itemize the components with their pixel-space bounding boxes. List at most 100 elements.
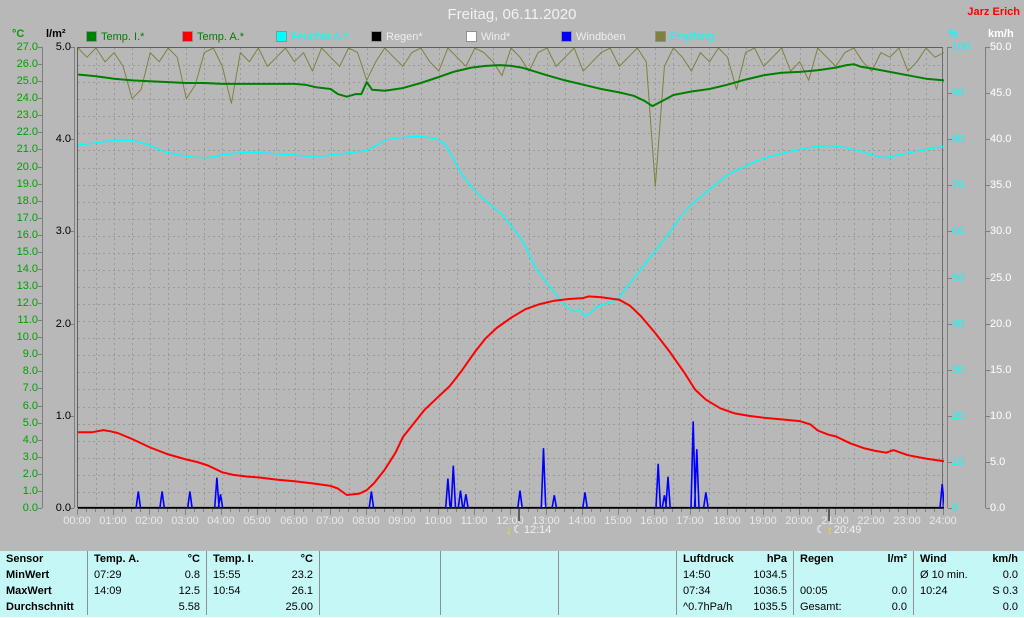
moonrise-time: 20:49 xyxy=(833,524,862,536)
legend-label: Wind* xyxy=(481,30,511,43)
axis-tick xyxy=(38,218,42,219)
x-axis-label: 17:00 xyxy=(676,515,704,527)
cell-text-left: Gesamt: xyxy=(800,601,842,613)
table-cell: 00:05 0.0 xyxy=(794,583,914,599)
legend-swatch-wind xyxy=(466,31,477,42)
axis-tick-label: 5.0 xyxy=(22,417,38,429)
axis-tick xyxy=(38,149,42,150)
cell-text-left: ^0.7hPa/h xyxy=(683,601,733,613)
table-cell: Gesamt: 0.0 xyxy=(794,599,914,615)
cell-text-right: km/h xyxy=(992,553,1018,565)
cell-text-left: 07:29 xyxy=(94,569,122,581)
axis-tick-label: 3.0 xyxy=(55,225,71,237)
axis-tick-label: 35.0 xyxy=(990,179,1012,191)
axis-tick-label: 7.0 xyxy=(22,382,38,394)
axis-tick xyxy=(38,64,42,65)
axis-tick xyxy=(38,423,42,424)
cell-text-right: 26.1 xyxy=(291,585,313,597)
x-axis-tick xyxy=(717,509,718,512)
table-cell xyxy=(441,599,559,615)
legend-item-temp-i[interactable]: Temp. I.* xyxy=(86,30,144,43)
x-axis-tick xyxy=(699,509,700,512)
x-axis-tick xyxy=(275,509,276,512)
legend-item-feuchte-a[interactable]: Feuchte A.* xyxy=(276,30,348,43)
x-axis-tick xyxy=(934,509,935,512)
x-axis-tick xyxy=(321,509,322,512)
axis-tick xyxy=(38,98,42,99)
x-axis-label: 05:00 xyxy=(243,515,271,527)
axis-tick-label: 8.0 xyxy=(22,365,38,377)
cell-text-left: Luftdruck xyxy=(683,553,734,565)
x-axis-tick xyxy=(447,509,448,512)
x-axis-tick xyxy=(465,509,466,512)
x-axis-label: 14:00 xyxy=(568,515,596,527)
axis-tick-label: 19.0 xyxy=(16,178,38,190)
table-row: MinWert 07:29 0.8 15:55 23.2 14:50 1034.5 Ø 10 … xyxy=(0,567,1024,583)
axis-tick xyxy=(38,132,42,133)
cell-text-left: Sensor xyxy=(6,553,44,565)
axis-tick-label: 13.0 xyxy=(16,280,38,292)
x-axis-tick xyxy=(429,509,430,512)
x-axis-tick xyxy=(194,509,195,512)
x-axis-label: 10:00 xyxy=(424,515,452,527)
x-axis-tick xyxy=(483,509,484,512)
x-axis-tick xyxy=(348,509,349,512)
legend-item-empfang[interactable]: Empfang xyxy=(655,30,714,43)
x-axis-tick xyxy=(898,509,899,512)
x-axis-tick xyxy=(384,509,385,512)
axis-tick-label: 10.0 xyxy=(16,331,38,343)
axis-tick-label: 40.0 xyxy=(990,133,1012,145)
cell-text-left: 07:34 xyxy=(683,585,711,597)
axis-tick-label: 17.0 xyxy=(16,212,38,224)
summary-table: Sensor Temp. A. °C Temp. I. °C Luftdruck hPa Re… xyxy=(0,551,1024,617)
x-axis-tick xyxy=(853,509,854,512)
legend-item-regen[interactable]: Regen* xyxy=(371,30,423,43)
axis-tick-label: 11.0 xyxy=(17,314,38,326)
axis-tick-label: 3.0 xyxy=(22,451,38,463)
x-axis-tick xyxy=(239,509,240,512)
axis-tick xyxy=(38,474,42,475)
x-axis-tick xyxy=(627,509,628,512)
cell-text-right: 1036.5 xyxy=(753,585,787,597)
x-axis-label: 02:00 xyxy=(135,515,163,527)
x-axis-tick xyxy=(745,509,746,512)
axis-tick-label: 100 xyxy=(952,41,971,53)
x-axis-tick xyxy=(808,509,809,512)
legend-item-temp-a[interactable]: Temp. A.* xyxy=(182,30,244,43)
axis-tick-label: 80 xyxy=(952,133,965,145)
axis-tick-label: 50.0 xyxy=(990,41,1012,53)
x-axis-tick xyxy=(266,509,267,512)
owner-name: Jarz Erich xyxy=(967,6,1020,18)
down-arrow-icon: ↓ xyxy=(506,523,512,537)
table-cell: MinWert xyxy=(0,567,88,583)
axis-tick-label: 0 xyxy=(952,502,959,514)
table-header-cell: Sensor xyxy=(0,551,88,567)
x-axis-label: 08:00 xyxy=(352,515,380,527)
table-header-cell: Wind km/h xyxy=(914,551,1024,567)
legend-label: Regen* xyxy=(386,30,423,43)
x-axis-tick xyxy=(303,509,304,512)
legend-item-windb-en[interactable]: Windböen xyxy=(561,30,626,43)
axis-tick-label: 21.0 xyxy=(16,143,38,155)
legend-item-wind[interactable]: Wind* xyxy=(466,30,510,43)
x-axis-tick xyxy=(122,509,123,512)
legend-swatch-temp-i xyxy=(86,31,97,42)
x-axis-tick xyxy=(158,509,159,512)
x-axis-label: 20:00 xyxy=(785,515,813,527)
axis-tick xyxy=(38,81,42,82)
cell-text-left: 10:24 xyxy=(920,585,948,597)
legend-label: Temp. I.* xyxy=(101,30,145,43)
x-axis-tick xyxy=(636,509,637,512)
x-axis-label: 07:00 xyxy=(316,515,344,527)
cell-text-left: 14:09 xyxy=(94,585,122,597)
axis-tick-label: 10.0 xyxy=(990,410,1012,422)
x-axis-tick xyxy=(420,509,421,512)
legend-label: Windböen xyxy=(576,30,626,43)
axis-tick-label: 45.0 xyxy=(990,87,1012,99)
table-cell: 10:54 26.1 xyxy=(207,583,320,599)
axis-tick-label: 15.0 xyxy=(990,364,1012,376)
axis-line-temp_c xyxy=(42,47,43,508)
table-cell xyxy=(320,583,441,599)
x-axis-tick xyxy=(248,509,249,512)
legend-label: Feuchte A.* xyxy=(291,30,348,43)
